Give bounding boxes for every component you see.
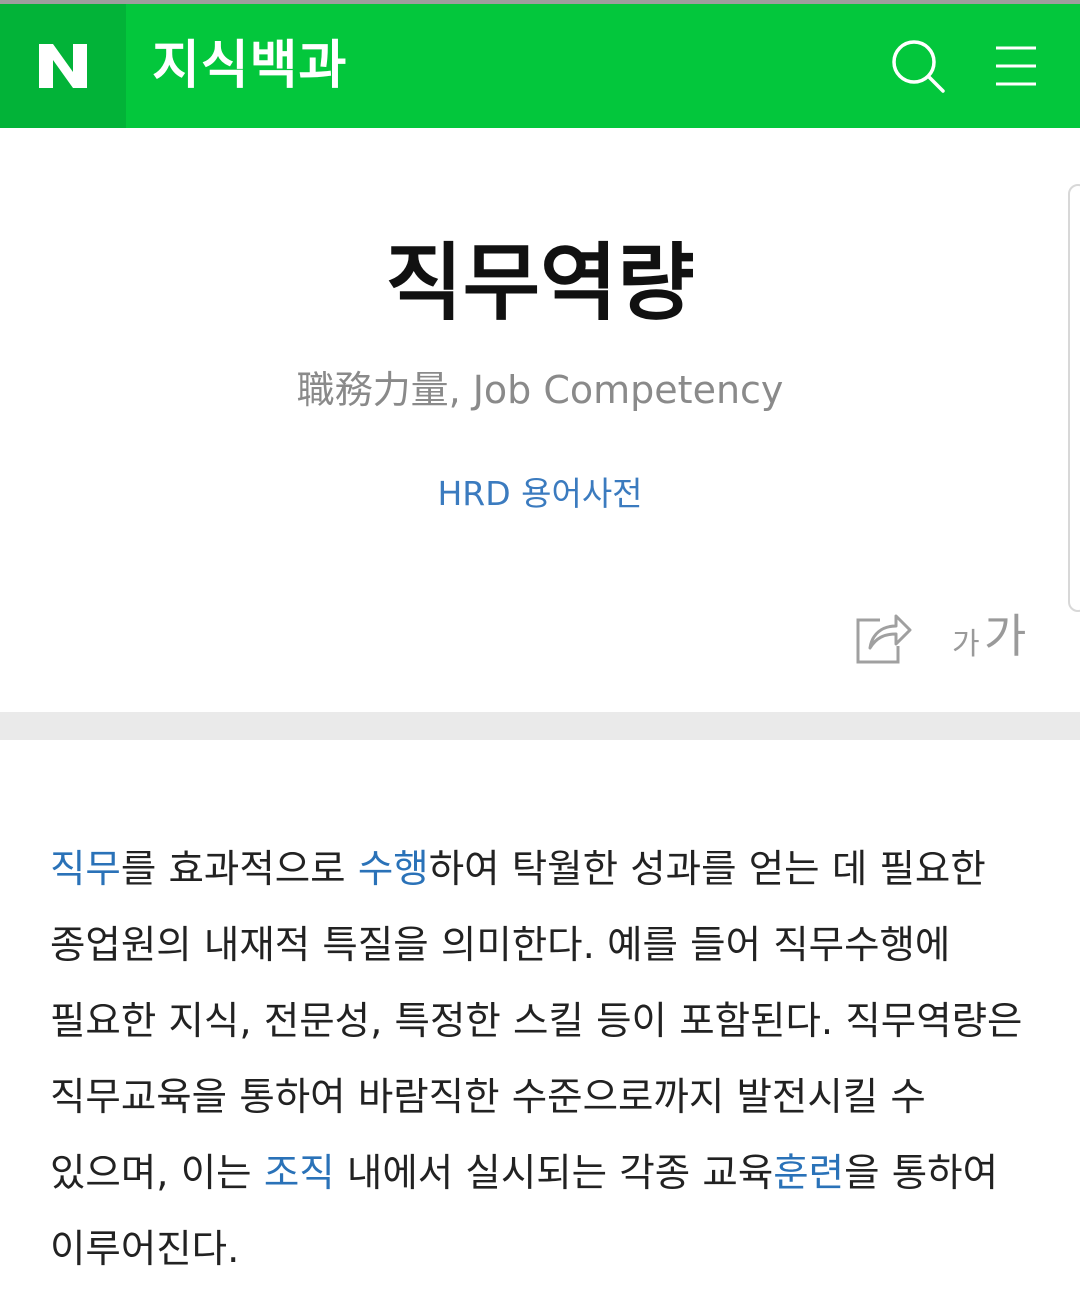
entry-subtitle: 職務力量, Job Competency: [296, 368, 784, 412]
entry-source-link[interactable]: HRD 용어사전: [0, 470, 1080, 518]
app-header: 지식백과: [0, 4, 1080, 128]
body-text-segment: 하여 탁월한 성과를 얻는 데 필요한 종업원의 내재적 특질을 의미한다. 예…: [50, 847, 1023, 1196]
font-size-small-label: 가: [952, 627, 980, 662]
naver-logo-button[interactable]: [0, 4, 126, 128]
entry-body-text: 직무를 효과적으로 수행하여 탁월한 성과를 얻는 데 필요한 종업원의 내재적…: [50, 832, 1040, 1288]
body-text-segment: 를 효과적으로: [120, 847, 358, 892]
body-text-segment: 내에서 실시되는 각종 교육: [334, 1151, 774, 1196]
search-icon: [892, 40, 945, 93]
font-size-big-label: 가: [984, 609, 1027, 663]
entry-header: 직무역량 職務力量, Job Competency HRD 용어사전 가 가: [0, 128, 1080, 712]
service-title[interactable]: 지식백과: [152, 26, 347, 106]
entry-title: 직무역량: [385, 234, 695, 332]
share-icon: [856, 614, 912, 664]
font-size-button[interactable]: 가 가: [948, 606, 1038, 666]
link-suhaeng[interactable]: 수행: [358, 847, 429, 892]
section-divider: [0, 712, 1080, 740]
share-button[interactable]: [850, 606, 914, 666]
link-hullyeon[interactable]: 훈련: [773, 1151, 844, 1196]
naver-logo-icon: [39, 44, 87, 88]
link-jikmu[interactable]: 직무: [50, 847, 121, 892]
menu-button[interactable]: [984, 34, 1048, 98]
menu-icon: [996, 46, 1036, 86]
link-jojik[interactable]: 조직: [264, 1151, 335, 1196]
search-button[interactable]: [886, 34, 950, 98]
